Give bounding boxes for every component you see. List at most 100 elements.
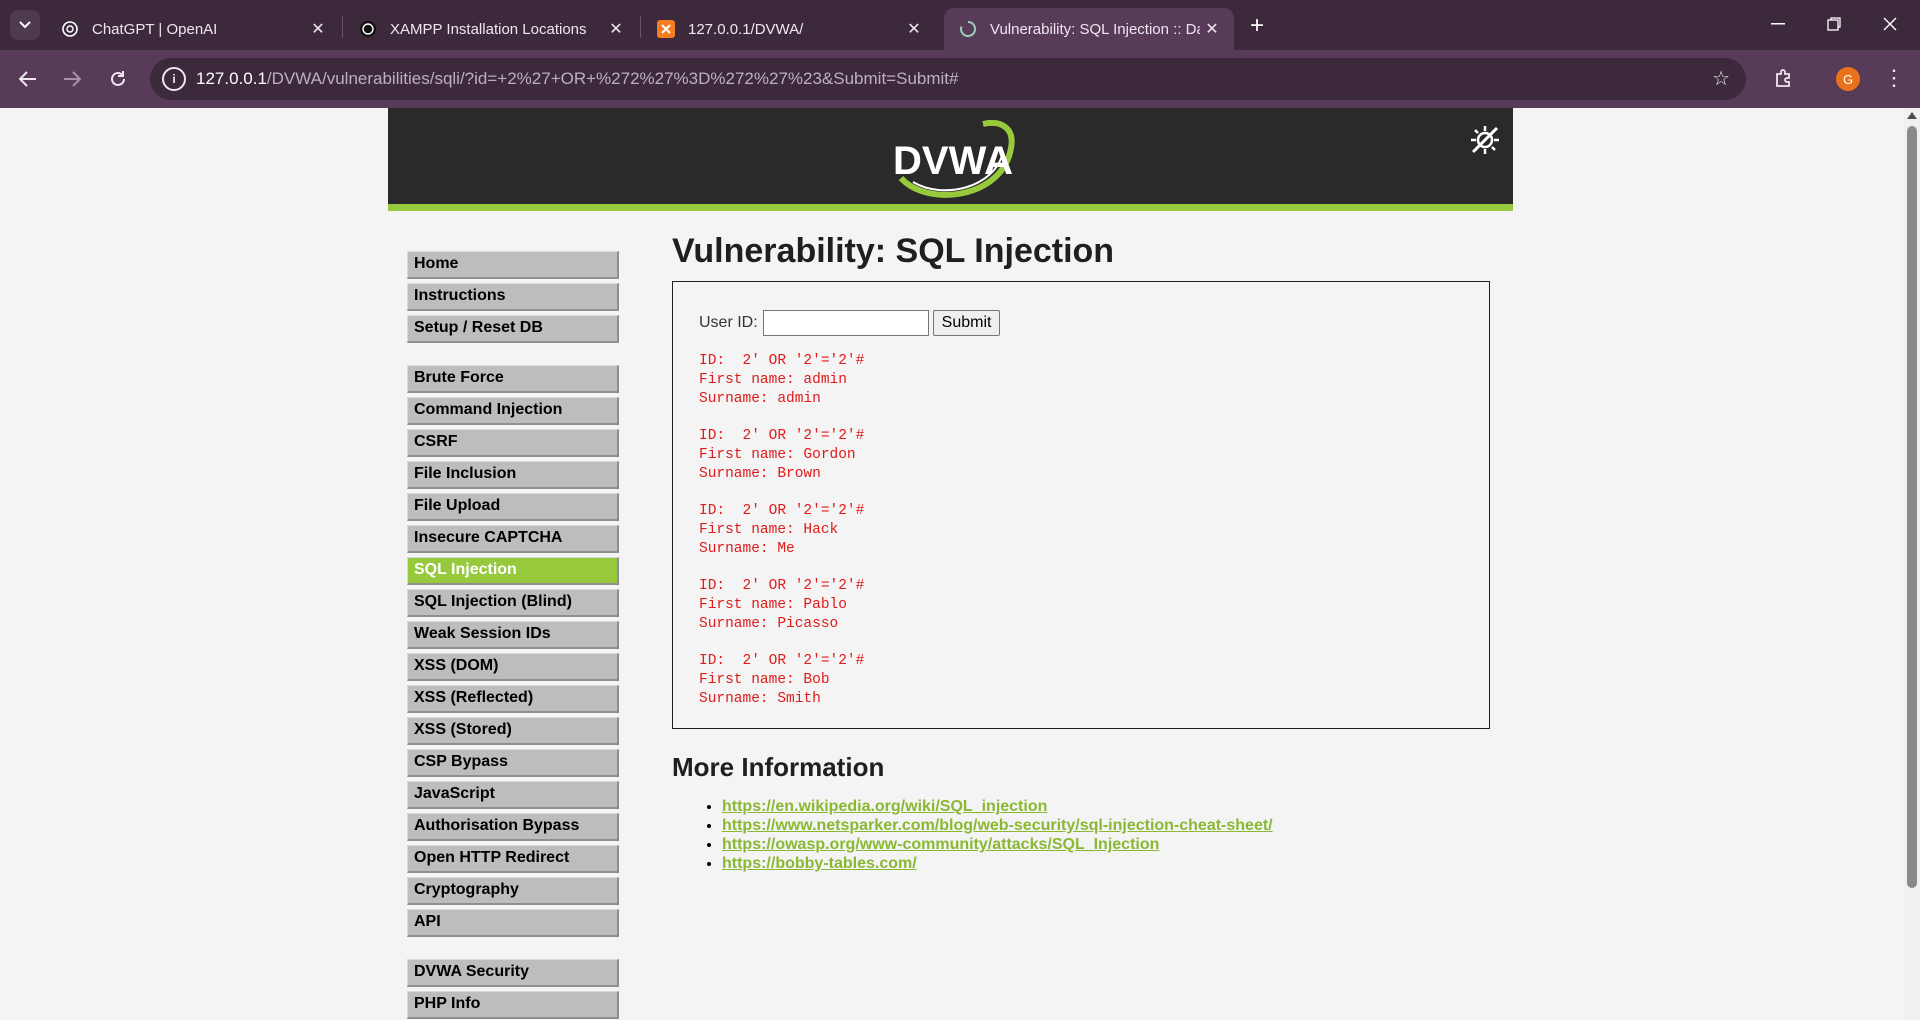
result-first-name: First name: Hack (699, 522, 839, 538)
tab-separator (342, 16, 343, 38)
menu-item-setup-reset-db[interactable]: Setup / Reset DB (407, 315, 619, 343)
link-owasp-sql-injection[interactable]: https://owasp.org/www-community/attacks/… (722, 836, 1159, 853)
minimize-icon[interactable] (1758, 8, 1798, 40)
tab-strip: ChatGPT | OpenAI ✕ XAMPP Installation Lo… (0, 0, 1920, 50)
menu-item-sql-injection[interactable]: SQL Injection (407, 557, 619, 585)
result-surname: Surname: Brown (699, 466, 821, 482)
menu-item-php-info[interactable]: PHP Info (407, 991, 619, 1019)
site-info-icon[interactable]: i (162, 67, 186, 91)
theme-toggle-icon[interactable] (1467, 122, 1503, 158)
menu-item-xss-reflected[interactable]: XSS (Reflected) (407, 685, 619, 713)
result-id: ID: 2' OR '2'='2'# (699, 578, 865, 594)
tab-xampp-locations[interactable]: XAMPP Installation Locations ✕ (344, 8, 638, 50)
user-id-input[interactable] (762, 310, 929, 336)
result-record: ID: 2' OR '2'='2'# First name: Hack Surn… (699, 502, 864, 559)
menu-item-home[interactable]: Home (407, 251, 619, 279)
main-content: Vulnerability: SQL Injection User ID: Su… (672, 228, 1490, 873)
url-host: 127.0.0.1 (196, 69, 267, 88)
result-first-name: First name: Bob (699, 672, 830, 688)
menu-item-sql-injection-blind[interactable]: SQL Injection (Blind) (407, 589, 619, 617)
result-surname: Surname: Picasso (699, 616, 839, 632)
vulnerable-code-area: User ID: Submit ID: 2' OR '2'='2'# First… (672, 281, 1490, 729)
menu-item-instructions[interactable]: Instructions (407, 283, 619, 311)
menu-item-authorisation-bypass[interactable]: Authorisation Bypass (407, 813, 619, 841)
url-text[interactable]: 127.0.0.1/DVWA/vulnerabilities/sqli/?id=… (196, 69, 958, 89)
svg-text:DVWA: DVWA (893, 139, 1013, 183)
list-item: https://en.wikipedia.org/wiki/SQL_inject… (722, 797, 1490, 816)
tab-dvwa-home[interactable]: 127.0.0.1/DVWA/ ✕ (642, 8, 936, 50)
menu-item-cryptography[interactable]: Cryptography (407, 877, 619, 905)
tab-chatgpt[interactable]: ChatGPT | OpenAI ✕ (46, 8, 340, 50)
menu-item-insecure-captcha[interactable]: Insecure CAPTCHA (407, 525, 619, 553)
back-button[interactable] (12, 63, 44, 95)
menu-item-xss-stored[interactable]: XSS (Stored) (407, 717, 619, 745)
close-window-icon[interactable] (1870, 8, 1910, 40)
link-wikipedia-sql-injection[interactable]: https://en.wikipedia.org/wiki/SQL_inject… (722, 798, 1047, 815)
browser-menu-icon[interactable]: ⋮ (1880, 64, 1908, 92)
result-id: ID: 2' OR '2'='2'# (699, 353, 865, 369)
result-record: ID: 2' OR '2'='2'# First name: Gordon Su… (699, 427, 864, 484)
result-first-name: First name: Gordon (699, 447, 856, 463)
result-id: ID: 2' OR '2'='2'# (699, 428, 865, 444)
bookmark-star-icon[interactable]: ☆ (1712, 66, 1730, 91)
close-tab-icon[interactable]: ✕ (1200, 17, 1224, 41)
close-tab-icon[interactable]: ✕ (902, 17, 926, 41)
link-netsparker-cheat-sheet[interactable]: https://www.netsparker.com/blog/web-secu… (722, 817, 1273, 834)
menu-block-settings: DVWA Security PHP Info (407, 959, 619, 1019)
result-record: ID: 2' OR '2'='2'# First name: Bob Surna… (699, 652, 864, 709)
list-item: https://www.netsparker.com/blog/web-secu… (722, 816, 1490, 835)
submit-button[interactable]: Submit (932, 310, 1001, 336)
menu-item-dvwa-security[interactable]: DVWA Security (407, 959, 619, 987)
reload-button[interactable] (102, 63, 134, 95)
xampp-icon (656, 19, 676, 39)
menu-item-javascript[interactable]: JavaScript (407, 781, 619, 809)
menu-block-general: Home Instructions Setup / Reset DB (407, 251, 619, 343)
menu-item-brute-force[interactable]: Brute Force (407, 365, 619, 393)
link-bobby-tables[interactable]: https://bobby-tables.com/ (722, 855, 917, 872)
loading-icon (958, 19, 978, 39)
close-tab-icon[interactable]: ✕ (604, 17, 628, 41)
tab-title: ChatGPT | OpenAI (92, 20, 218, 38)
profile-avatar[interactable]: G (1836, 67, 1860, 91)
tab-sql-injection[interactable]: Vulnerability: SQL Injection :: Da ✕ (944, 8, 1234, 50)
dvwa-logo: DVWA (893, 120, 1015, 198)
arrow-right-icon (64, 71, 81, 87)
menu-item-command-injection[interactable]: Command Injection (407, 397, 619, 425)
list-item: https://bobby-tables.com/ (722, 854, 1490, 873)
user-id-form: User ID: Submit (699, 310, 1001, 336)
menu-item-open-http-redirect[interactable]: Open HTTP Redirect (407, 845, 619, 873)
result-record: ID: 2' OR '2'='2'# First name: Pablo Sur… (699, 577, 864, 634)
menu-item-csrf[interactable]: CSRF (407, 429, 619, 457)
scrollbar-thumb[interactable] (1907, 126, 1917, 888)
browser-toolbar: i 127.0.0.1/DVWA/vulnerabilities/sqli/?i… (0, 50, 1920, 108)
menu-item-weak-session-ids[interactable]: Weak Session IDs (407, 621, 619, 649)
menu-item-file-upload[interactable]: File Upload (407, 493, 619, 521)
menu-item-csp-bypass[interactable]: CSP Bypass (407, 749, 619, 777)
extensions-icon[interactable] (1770, 64, 1798, 92)
page-scrollbar[interactable] (1904, 108, 1920, 1020)
tab-separator (640, 16, 641, 38)
close-tab-icon[interactable]: ✕ (306, 17, 330, 41)
result-record: ID: 2' OR '2'='2'# First name: admin Sur… (699, 352, 864, 409)
reload-icon (111, 71, 125, 86)
forward-button[interactable] (56, 63, 88, 95)
page-viewport: DVWA Home Instructions Setup / Reset DB … (0, 108, 1920, 1020)
result-first-name: First name: admin (699, 372, 847, 388)
dvwa-header: DVWA (388, 108, 1513, 211)
menu-item-xss-dom[interactable]: XSS (DOM) (407, 653, 619, 681)
address-bar[interactable]: i 127.0.0.1/DVWA/vulnerabilities/sqli/?i… (150, 58, 1746, 100)
result-id: ID: 2' OR '2'='2'# (699, 503, 865, 519)
dvwa-container: DVWA Home Instructions Setup / Reset DB … (388, 108, 1513, 1020)
restore-icon[interactable] (1814, 8, 1854, 40)
new-tab-button[interactable]: + (1243, 12, 1271, 40)
menu-block-vulnerabilities: Brute Force Command Injection CSRF File … (407, 365, 619, 937)
user-id-label: User ID: (699, 314, 758, 331)
list-item: https://owasp.org/www-community/attacks/… (722, 835, 1490, 854)
page-title: Vulnerability: SQL Injection (672, 232, 1115, 270)
menu-item-api[interactable]: API (407, 909, 619, 937)
tab-search-button[interactable] (10, 10, 40, 40)
openai-icon (358, 19, 378, 39)
scroll-up-arrow-icon[interactable] (1907, 112, 1917, 119)
result-surname: Surname: Me (699, 541, 795, 557)
menu-item-file-inclusion[interactable]: File Inclusion (407, 461, 619, 489)
